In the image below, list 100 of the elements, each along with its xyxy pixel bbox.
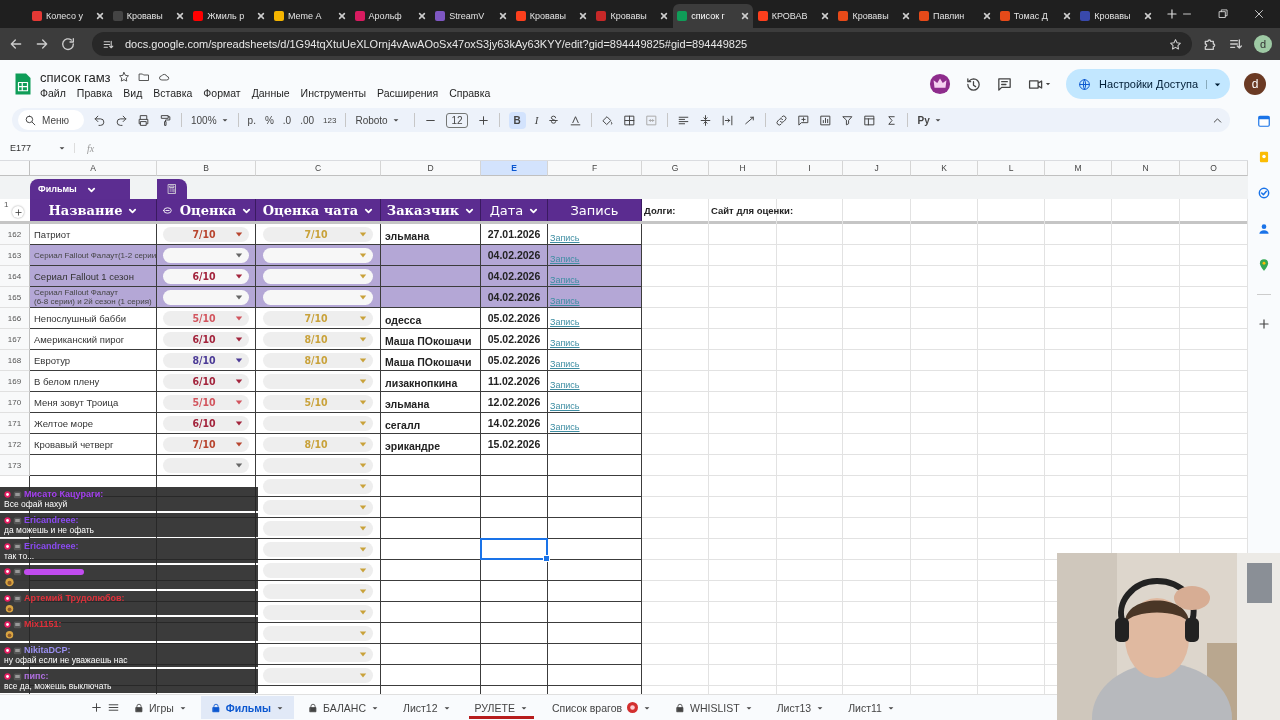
rating-dropdown[interactable]: 6/10: [163, 415, 249, 431]
filter-icon[interactable]: [841, 113, 855, 127]
column-letter[interactable]: G: [642, 161, 709, 176]
vertical-align-icon[interactable]: [699, 113, 713, 127]
close-icon[interactable]: [1252, 7, 1266, 21]
italic-button[interactable]: I: [534, 114, 539, 126]
table-name-chip[interactable]: Фильмы: [30, 179, 130, 199]
column-letter[interactable]: L: [978, 161, 1045, 176]
rating-dropdown[interactable]: 6/10: [163, 331, 249, 347]
strikethrough-icon[interactable]: [547, 113, 561, 127]
browser-tab[interactable]: Кровавы: [1076, 4, 1156, 28]
rating-dropdown[interactable]: 7/10: [163, 436, 249, 452]
add-sheet-icon[interactable]: [90, 701, 103, 714]
menu-item[interactable]: Расширения: [377, 86, 439, 99]
browser-tab[interactable]: Павлин: [915, 4, 995, 28]
column-header[interactable]: Запись: [548, 199, 642, 221]
close-icon[interactable]: [256, 12, 265, 20]
caret-icon[interactable]: [1206, 79, 1222, 89]
close-icon[interactable]: [660, 12, 669, 20]
address-field[interactable]: docs.google.com/spreadsheets/d/1G94tqXtuUeXLOrnj4vAwAOoSx47oxS3jy63kAy63KYY/edit?gid=894449825#gid=894449825: [92, 32, 1192, 56]
undo-icon[interactable]: [93, 113, 106, 127]
redo-icon[interactable]: [115, 113, 128, 127]
close-icon[interactable]: [740, 12, 749, 20]
bookmark-star-icon[interactable]: [1169, 37, 1182, 51]
close-icon[interactable]: [498, 12, 507, 20]
rating-dropdown[interactable]: 6/10: [163, 268, 249, 284]
document-title[interactable]: список гамз: [40, 69, 111, 85]
font-dropdown[interactable]: Roboto: [355, 114, 406, 126]
table-view-icon[interactable]: [863, 113, 877, 127]
restore-icon[interactable]: [1216, 7, 1230, 21]
fill-color-icon[interactable]: [601, 113, 615, 127]
contacts-icon[interactable]: [1257, 222, 1271, 236]
browser-tab[interactable]: Арольф: [350, 4, 431, 28]
link-icon[interactable]: [775, 113, 789, 127]
browser-tab[interactable]: Колесо у: [28, 4, 108, 28]
browser-tab[interactable]: Кровавы: [592, 4, 673, 28]
folder-icon[interactable]: [138, 71, 151, 83]
number-format-button[interactable]: 123: [323, 115, 337, 125]
sheet-tab[interactable]: Фильмы: [200, 696, 295, 719]
table-settings-button[interactable]: [157, 179, 187, 199]
text-wrap-icon[interactable]: [721, 113, 735, 127]
print-icon[interactable]: [137, 113, 150, 127]
decrease-decimals-button[interactable]: .0: [282, 114, 292, 126]
browser-tab[interactable]: список г: [673, 4, 753, 28]
text-color-icon[interactable]: [569, 113, 583, 127]
browser-tab[interactable]: КРОВАВ: [753, 4, 834, 28]
column-header[interactable]: Название: [30, 199, 157, 221]
column-letter[interactable]: B: [157, 161, 256, 176]
rating-dropdown[interactable]: 6/10: [163, 373, 249, 389]
menu-item[interactable]: Формат: [203, 86, 241, 99]
rating-dropdown[interactable]: 5/10: [163, 310, 249, 326]
sheet-tab[interactable]: РУЛЕТЕ: [464, 696, 538, 719]
browser-tab[interactable]: Томас Д: [995, 4, 1076, 28]
user-avatar[interactable]: d: [1244, 73, 1266, 95]
browser-tab[interactable]: Кровавы: [511, 4, 592, 28]
close-icon[interactable]: [176, 12, 185, 20]
increase-decimals-button[interactable]: .00: [300, 114, 315, 126]
record-link[interactable]: Запись: [550, 380, 580, 390]
merge-cells-icon[interactable]: [645, 113, 659, 127]
record-link[interactable]: Запись: [550, 359, 580, 369]
browser-tab[interactable]: StreamV: [431, 4, 511, 28]
menu-item[interactable]: Данные: [251, 86, 290, 99]
menu-item[interactable]: Инструменты: [300, 86, 367, 99]
sheet-tab[interactable]: БАЛАНС: [298, 696, 389, 719]
column-letter[interactable]: J: [843, 161, 911, 176]
column-letter[interactable]: D: [381, 161, 481, 176]
all-sheets-icon[interactable]: [107, 701, 120, 714]
column-header[interactable]: Дата: [481, 199, 548, 221]
forward-icon[interactable]: [34, 36, 50, 52]
borders-icon[interactable]: [623, 113, 637, 127]
chart-icon[interactable]: [819, 113, 833, 127]
close-icon[interactable]: [982, 12, 991, 20]
sheet-tab[interactable]: Лист13: [766, 696, 835, 719]
column-letter[interactable]: M: [1045, 161, 1112, 176]
close-icon[interactable]: [579, 12, 588, 20]
column-header[interactable]: Оценка: [157, 199, 256, 221]
font-size-field[interactable]: 12: [446, 112, 468, 128]
menu-item[interactable]: Справка: [449, 86, 491, 99]
extensions-icon[interactable]: [1202, 36, 1218, 52]
sheet-tab[interactable]: Список врагов: [541, 696, 662, 719]
history-icon[interactable]: [965, 75, 983, 93]
rating-dropdown[interactable]: 7/10: [163, 226, 249, 242]
menu-item[interactable]: Правка: [76, 86, 113, 99]
cloud-icon[interactable]: [158, 71, 171, 83]
new-tab-icon[interactable]: [1164, 7, 1179, 21]
sheet-tab[interactable]: WHISLIST: [665, 696, 763, 719]
profile-avatar[interactable]: d: [1254, 35, 1272, 53]
close-icon[interactable]: [1063, 12, 1072, 20]
crown-avatar-icon[interactable]: [929, 73, 952, 95]
browser-tab[interactable]: Жмиль р: [189, 4, 269, 28]
selected-cell[interactable]: [481, 539, 547, 559]
media-icon[interactable]: [1228, 36, 1244, 52]
spreadsheet-logo-icon[interactable]: [14, 72, 32, 96]
close-icon[interactable]: [418, 12, 427, 20]
bold-button[interactable]: B: [508, 111, 526, 129]
menu-search-field[interactable]: Меню: [18, 110, 84, 130]
menu-item[interactable]: Файл: [40, 86, 66, 99]
back-icon[interactable]: [8, 36, 24, 52]
zoom-dropdown[interactable]: 100%: [191, 114, 229, 126]
tasks-icon[interactable]: [1257, 186, 1271, 200]
